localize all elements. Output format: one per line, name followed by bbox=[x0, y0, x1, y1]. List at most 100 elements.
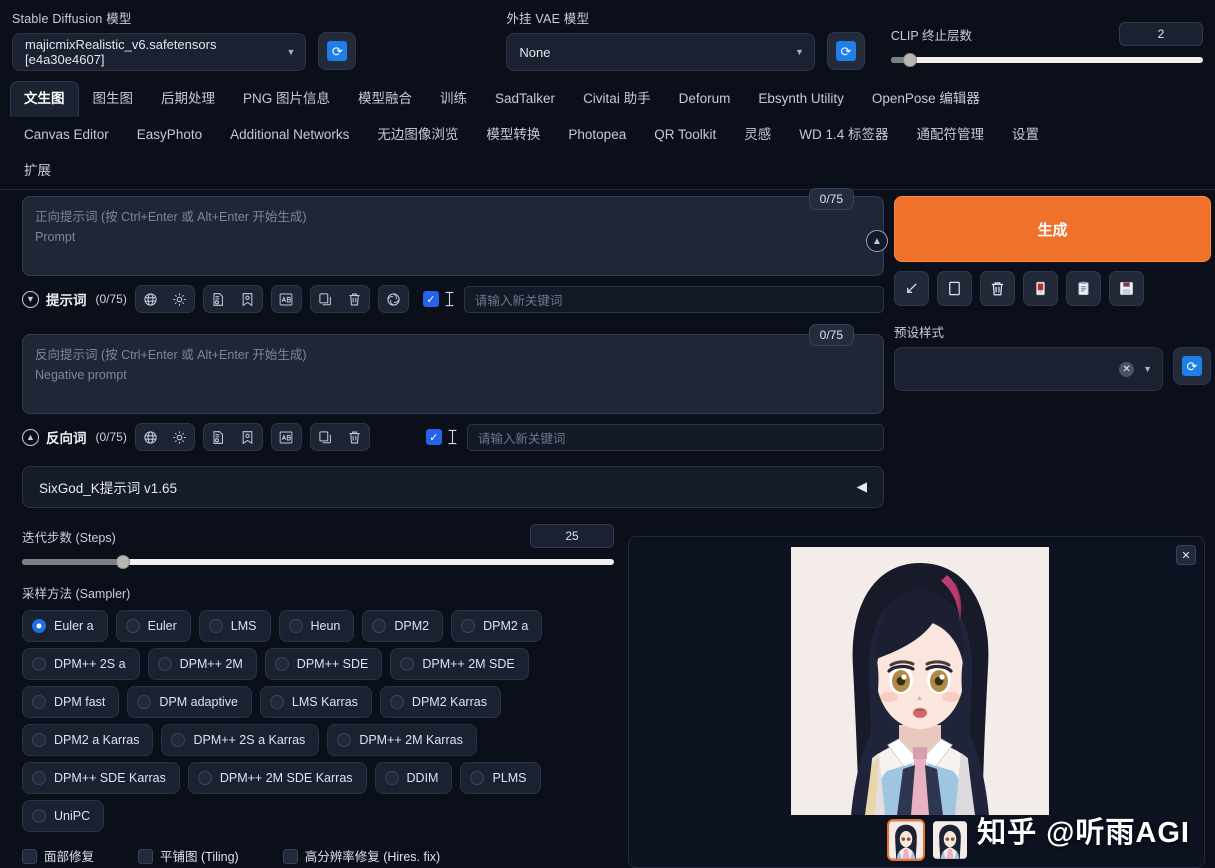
tab-灵感[interactable]: 灵感 bbox=[730, 117, 785, 153]
tab-Photopea[interactable]: Photopea bbox=[554, 117, 640, 153]
tab-Civitai 助手[interactable]: Civitai 助手 bbox=[569, 81, 665, 117]
generated-image[interactable] bbox=[791, 547, 1049, 815]
positive-keyword-checkbox[interactable]: ✓ bbox=[422, 291, 439, 307]
positive-keyword-input[interactable]: 请输入新关键词 bbox=[463, 285, 884, 313]
translate-ab-icon[interactable] bbox=[272, 424, 301, 450]
tab-SadTalker[interactable]: SadTalker bbox=[481, 81, 569, 117]
document-search-icon[interactable] bbox=[204, 286, 233, 312]
globe-icon[interactable] bbox=[136, 424, 165, 450]
steps-slider-knob[interactable] bbox=[115, 555, 130, 569]
sampler-option-dpm-2s-a[interactable]: DPM++ 2S a bbox=[22, 648, 140, 680]
chevron-left-icon[interactable]: ◀ bbox=[857, 479, 867, 495]
sampler-option-dpm-fast[interactable]: DPM fast bbox=[22, 686, 120, 718]
clip-slider[interactable] bbox=[890, 53, 1203, 67]
bookmark-star-icon[interactable] bbox=[233, 286, 262, 312]
sampler-option-dpm-2m-karras[interactable]: DPM++ 2M Karras bbox=[327, 724, 477, 756]
sampler-option-dpm-2s-a-karras[interactable]: DPM++ 2S a Karras bbox=[161, 724, 320, 756]
negative-section-title-group[interactable]: ▲ 反向词 (0/75) bbox=[22, 427, 127, 447]
gear-icon[interactable] bbox=[165, 424, 194, 450]
spiral-icon[interactable] bbox=[379, 286, 408, 312]
tab-无边图像浏览[interactable]: 无边图像浏览 bbox=[363, 117, 472, 153]
refresh-models-button[interactable]: ⟳ bbox=[318, 32, 357, 70]
sampler-option-dpm-2m-sde[interactable]: DPM++ 2M SDE bbox=[390, 648, 529, 680]
steps-value-input[interactable]: 25 bbox=[530, 524, 614, 548]
sampler-option-dpm2[interactable]: DPM2 bbox=[362, 610, 444, 642]
globe-icon[interactable] bbox=[136, 286, 165, 312]
close-icon[interactable]: ✕ bbox=[1176, 545, 1196, 565]
copy-icon[interactable] bbox=[311, 286, 340, 312]
tab-模型融合[interactable]: 模型融合 bbox=[344, 81, 426, 117]
trash-icon[interactable] bbox=[340, 286, 369, 312]
tab-WD 1.4 标签器[interactable]: WD 1.4 标签器 bbox=[785, 117, 902, 153]
clip-value-input[interactable]: 2 bbox=[1119, 22, 1203, 46]
tab-Additional Networks[interactable]: Additional Networks bbox=[216, 117, 363, 153]
tab-OpenPose 编辑器[interactable]: OpenPose 编辑器 bbox=[858, 81, 994, 117]
vae-dropdown[interactable]: None ▼ bbox=[506, 33, 815, 71]
positive-prompt-textarea[interactable]: 正向提示词 (按 Ctrl+Enter 或 Alt+Enter 开始生成) Pr… bbox=[22, 196, 884, 276]
tab-PNG 图片信息[interactable]: PNG 图片信息 bbox=[229, 81, 344, 117]
steps-slider[interactable] bbox=[22, 555, 614, 569]
tab-Canvas Editor[interactable]: Canvas Editor bbox=[10, 117, 123, 153]
tab-图生图[interactable]: 图生图 bbox=[79, 81, 148, 117]
tab-训练[interactable]: 训练 bbox=[426, 81, 481, 117]
sixgod-prompt-accordion[interactable]: SixGod_K提示词 v1.65 ◀ bbox=[22, 466, 884, 508]
positive-section-title-group[interactable]: ▼ 提示词 (0/75) bbox=[22, 289, 127, 309]
thumbnail-2[interactable] bbox=[931, 819, 969, 861]
clear-x-icon[interactable]: ✕ bbox=[1119, 361, 1135, 377]
checkbox-box[interactable] bbox=[22, 849, 37, 864]
sampler-option-euler-a[interactable]: Euler a bbox=[22, 610, 108, 642]
model-dropdown[interactable]: majicmixRealistic_v6.safetensors [e4a30e… bbox=[12, 33, 307, 71]
sampler-option-dpm-2m[interactable]: DPM++ 2M bbox=[147, 648, 257, 680]
sampler-option-dpm-sde[interactable]: DPM++ SDE bbox=[264, 648, 383, 680]
bookmark-star-icon[interactable] bbox=[233, 424, 262, 450]
tab-后期处理[interactable]: 后期处理 bbox=[147, 81, 229, 117]
thumbnail-1[interactable] bbox=[887, 819, 925, 861]
sampler-option-plms[interactable]: PLMS bbox=[460, 762, 541, 794]
sampler-option-dpm2-a[interactable]: DPM2 a bbox=[451, 610, 543, 642]
chevron-up-icon[interactable]: ▲ bbox=[22, 428, 39, 446]
chevron-down-icon[interactable]: ▼ bbox=[22, 290, 39, 308]
checkbox-1[interactable]: 平铺图 (Tiling) bbox=[138, 846, 239, 865]
sampler-option-lms-karras[interactable]: LMS Karras bbox=[259, 686, 372, 718]
refresh-vae-button[interactable]: ⟳ bbox=[826, 32, 865, 70]
tab-Deforum[interactable]: Deforum bbox=[665, 81, 745, 117]
checkbox-box[interactable] bbox=[282, 849, 298, 864]
sampler-option-dpm-adaptive[interactable]: DPM adaptive bbox=[127, 686, 252, 718]
translate-ab-icon[interactable] bbox=[272, 286, 301, 312]
trash-icon[interactable] bbox=[340, 424, 369, 450]
tab-Ebsynth Utility[interactable]: Ebsynth Utility bbox=[744, 81, 858, 117]
sampler-option-dpm2-karras[interactable]: DPM2 Karras bbox=[379, 686, 501, 718]
negative-prompt-textarea[interactable]: 反向提示词 (按 Ctrl+Enter 或 Alt+Enter 开始生成) Ne… bbox=[22, 334, 884, 414]
gear-icon[interactable] bbox=[165, 286, 194, 312]
tab-EasyPhoto[interactable]: EasyPhoto bbox=[123, 117, 216, 153]
arrow-down-left-icon[interactable] bbox=[894, 271, 929, 306]
tab-模型转换[interactable]: 模型转换 bbox=[472, 117, 554, 153]
negative-keyword-checkbox[interactable]: ✓ bbox=[425, 429, 442, 445]
document-search-icon[interactable] bbox=[204, 424, 233, 450]
tab-QR Toolkit[interactable]: QR Toolkit bbox=[640, 117, 730, 153]
sampler-option-dpm-2m-sde-karras[interactable]: DPM++ 2M SDE Karras bbox=[187, 762, 367, 794]
sampler-option-dpm2-a-karras[interactable]: DPM2 a Karras bbox=[22, 724, 154, 756]
checkbox-box[interactable] bbox=[138, 849, 154, 864]
tab-扩展[interactable]: 扩展 bbox=[10, 153, 65, 189]
generate-button[interactable]: 生成 bbox=[894, 196, 1211, 262]
checkbox-0[interactable]: 面部修复 bbox=[22, 846, 94, 865]
sampler-option-dpm-sde-karras[interactable]: DPM++ SDE Karras bbox=[22, 762, 180, 794]
trash-icon[interactable] bbox=[980, 271, 1015, 306]
tab-文生图[interactable]: 文生图 bbox=[10, 81, 79, 117]
negative-keyword-input[interactable]: 请输入新关键词 bbox=[466, 423, 884, 451]
sampler-option-euler[interactable]: Euler bbox=[115, 610, 191, 642]
clip-slider-knob[interactable] bbox=[902, 53, 917, 67]
refresh-styles-button[interactable]: ⟳ bbox=[1173, 347, 1211, 385]
checkbox-2[interactable]: 高分辨率修复 (Hires. fix) bbox=[282, 846, 440, 865]
sampler-option-unipc[interactable]: UniPC bbox=[22, 800, 105, 832]
card-icon[interactable] bbox=[1023, 271, 1058, 306]
copy-icon[interactable] bbox=[311, 424, 340, 450]
styles-dropdown[interactable]: ✕ ▼ bbox=[894, 347, 1163, 391]
tab-通配符管理[interactable]: 通配符管理 bbox=[903, 117, 999, 153]
positive-collapse-button[interactable]: ▲ bbox=[866, 230, 888, 252]
sampler-option-ddim[interactable]: DDIM bbox=[374, 762, 453, 794]
sampler-option-heun[interactable]: Heun bbox=[278, 610, 355, 642]
floppy-save-icon[interactable] bbox=[1109, 271, 1144, 306]
tab-设置[interactable]: 设置 bbox=[998, 117, 1053, 153]
